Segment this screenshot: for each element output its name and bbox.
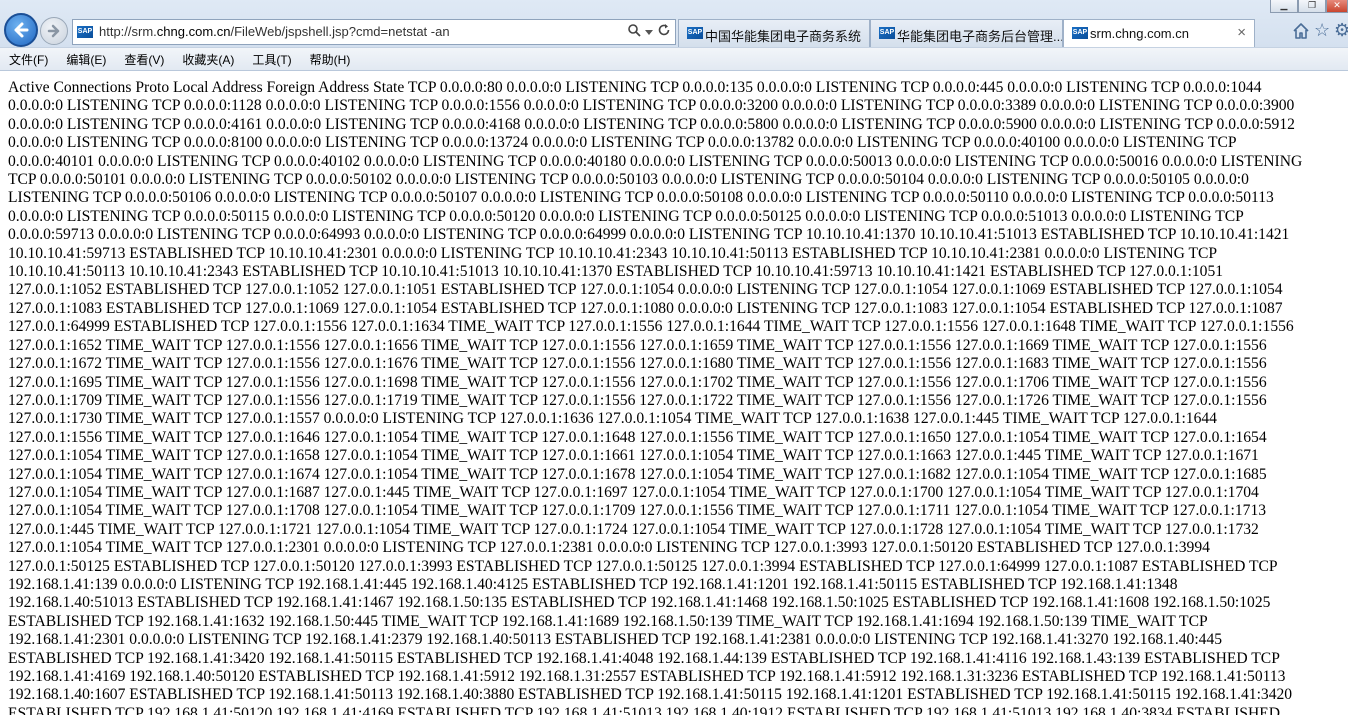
output-line: 0.0.0.0:0 LISTENING TCP 0.0.0.0:8100 0.0… <box>8 134 1237 152</box>
window-controls: ▁ ❐ ✕ <box>1270 0 1348 13</box>
sap-icon: SAP <box>1072 27 1088 39</box>
output-line: 127.0.0.1:1052 ESTABLISHED TCP 127.0.0.1… <box>8 281 1283 299</box>
output-line: 127.0.0.1:1054 TIME_WAIT TCP 127.0.0.1:1… <box>8 502 1267 520</box>
forward-arrow-icon <box>46 23 62 39</box>
back-arrow-icon <box>11 20 31 40</box>
output-line: 127.0.0.1:1695 TIME_WAIT TCP 127.0.0.1:1… <box>8 373 1267 391</box>
address-bar[interactable]: SAP http://srm.chng.com.cn/FileWeb/jspsh… <box>72 19 676 45</box>
output-line: 0.0.0.0:0 LISTENING TCP 0.0.0.0:1128 0.0… <box>8 97 1295 115</box>
url-host: chng.com.cn <box>156 24 231 39</box>
menu-favorites[interactable]: 收藏夹(A) <box>173 51 243 68</box>
output-line: 127.0.0.1:1709 TIME_WAIT TCP 127.0.0.1:1… <box>8 391 1267 409</box>
output-line: 127.0.0.1:1054 TIME_WAIT TCP 127.0.0.1:1… <box>8 447 1259 465</box>
tab-srm-system[interactable]: SAP 中国华能集团电子商务系统 <box>678 19 870 47</box>
output-line: 127.0.0.1:1672 TIME_WAIT TCP 127.0.0.1:1… <box>8 355 1267 373</box>
output-line: 0.0.0.0:40101 0.0.0.0:0 LISTENING TCP 0.… <box>8 152 1303 170</box>
star-icon[interactable]: ☆ <box>1314 20 1330 41</box>
output-line: LISTENING TCP 0.0.0.0:50106 0.0.0.0:0 LI… <box>8 189 1274 207</box>
output-line: ESTABLISHED TCP 192.168.1.41:50120 192.1… <box>8 704 1281 715</box>
output-line: 127.0.0.1:50125 ESTABLISHED TCP 127.0.0.… <box>8 557 1278 575</box>
back-button[interactable] <box>4 13 38 47</box>
home-icon[interactable] <box>1292 22 1310 45</box>
tab-label: 华能集团电子商务后台管理... <box>897 29 1063 44</box>
output-line: 0.0.0.0:0 LISTENING TCP 0.0.0.0:4161 0.0… <box>8 115 1295 133</box>
output-line: 127.0.0.1:1054 TIME_WAIT TCP 127.0.0.1:1… <box>8 483 1259 501</box>
menu-help[interactable]: 帮助(H) <box>301 51 360 68</box>
gear-icon[interactable]: ⚙ <box>1334 20 1348 41</box>
forward-button[interactable] <box>40 17 68 45</box>
output-line: 0.0.0.0:59713 0.0.0.0:0 LISTENING TCP 0.… <box>8 226 1290 244</box>
refresh-icon[interactable] <box>657 23 671 40</box>
menu-file[interactable]: 文件(F) <box>0 51 57 68</box>
url-path: /FileWeb/jspshell.jsp?cmd=netstat -an <box>230 24 450 39</box>
dropdown-arrow-icon[interactable] <box>645 24 653 39</box>
menu-tools[interactable]: 工具(T) <box>243 51 300 68</box>
output-line: 192.168.1.41:4169 192.168.1.40:50120 EST… <box>8 668 1286 685</box>
output-line: 127.0.0.1:445 TIME_WAIT TCP 127.0.0.1:17… <box>8 520 1259 538</box>
url-prefix: http://srm. <box>99 24 157 39</box>
menu-bar: 文件(F) 编辑(E) 查看(V) 收藏夹(A) 工具(T) 帮助(H) <box>0 47 1348 70</box>
close-window-icon[interactable]: ✕ <box>1326 0 1348 13</box>
output-line: 127.0.0.1:64999 ESTABLISHED TCP 127.0.0.… <box>8 318 1294 336</box>
output-line: 127.0.0.1:1556 TIME_WAIT TCP 127.0.0.1:1… <box>8 428 1267 446</box>
sap-icon: SAP <box>77 26 93 38</box>
netstat-output: Active Connections Proto Local Address F… <box>8 79 1348 715</box>
tab-label: srm.chng.com.cn <box>1090 26 1189 41</box>
sap-icon: SAP <box>879 27 895 39</box>
output-line: ESTABLISHED TCP 192.168.1.41:1632 192.16… <box>8 612 1208 630</box>
output-line: 127.0.0.1:1730 TIME_WAIT TCP 127.0.0.1:1… <box>8 410 1217 428</box>
output-line: TCP 0.0.0.0:50101 0.0.0.0:0 LISTENING TC… <box>8 171 1249 189</box>
output-line: 192.168.1.41:2301 0.0.0.0:0 LISTENING TC… <box>8 631 1223 649</box>
browser-chrome: SAP http://srm.chng.com.cn/FileWeb/jspsh… <box>0 0 1348 71</box>
search-icon[interactable] <box>627 23 641 40</box>
output-line: 127.0.0.1:1652 TIME_WAIT TCP 127.0.0.1:1… <box>8 336 1267 354</box>
output-line: 10.10.10.41:50113 10.10.10.41:2343 ESTAB… <box>8 263 1224 281</box>
output-line: ESTABLISHED TCP 192.168.1.41:3420 192.16… <box>8 649 1280 667</box>
output-line: 192.168.1.40:51013 ESTABLISHED TCP 192.1… <box>8 594 1271 612</box>
menu-view[interactable]: 查看(V) <box>115 51 173 68</box>
tab-srm-admin[interactable]: SAP 华能集团电子商务后台管理... <box>870 19 1063 47</box>
output-line: 192.168.1.41:139 0.0.0.0:0 LISTENING TCP… <box>8 575 1178 593</box>
address-url[interactable]: http://srm.chng.com.cn/FileWeb/jspshell.… <box>99 24 450 39</box>
sap-icon: SAP <box>687 27 703 39</box>
output-line: 192.168.1.40:1607 ESTABLISHED TCP 192.16… <box>8 686 1293 704</box>
menu-edit[interactable]: 编辑(E) <box>57 51 115 68</box>
restore-icon[interactable]: ❐ <box>1298 0 1326 13</box>
output-line: 127.0.0.1:1054 TIME_WAIT TCP 127.0.0.1:2… <box>8 539 1210 557</box>
output-line: 10.10.10.41:59713 ESTABLISHED TCP 10.10.… <box>8 244 1218 262</box>
output-line: 127.0.0.1:1083 ESTABLISHED TCP 127.0.0.1… <box>8 299 1283 317</box>
tab-label: 中国华能集团电子商务系统 <box>705 29 862 44</box>
output-line: 0.0.0.0:0 LISTENING TCP 0.0.0.0:50115 0.… <box>8 207 1244 225</box>
minimize-icon[interactable]: ▁ <box>1270 0 1298 13</box>
tab-srm-active[interactable]: SAP srm.chng.com.cn × <box>1063 19 1255 49</box>
close-tab-icon[interactable]: × <box>1237 24 1246 41</box>
output-line: 127.0.0.1:1054 TIME_WAIT TCP 127.0.0.1:1… <box>8 465 1267 483</box>
output-line: Active Connections Proto Local Address F… <box>8 79 1262 96</box>
